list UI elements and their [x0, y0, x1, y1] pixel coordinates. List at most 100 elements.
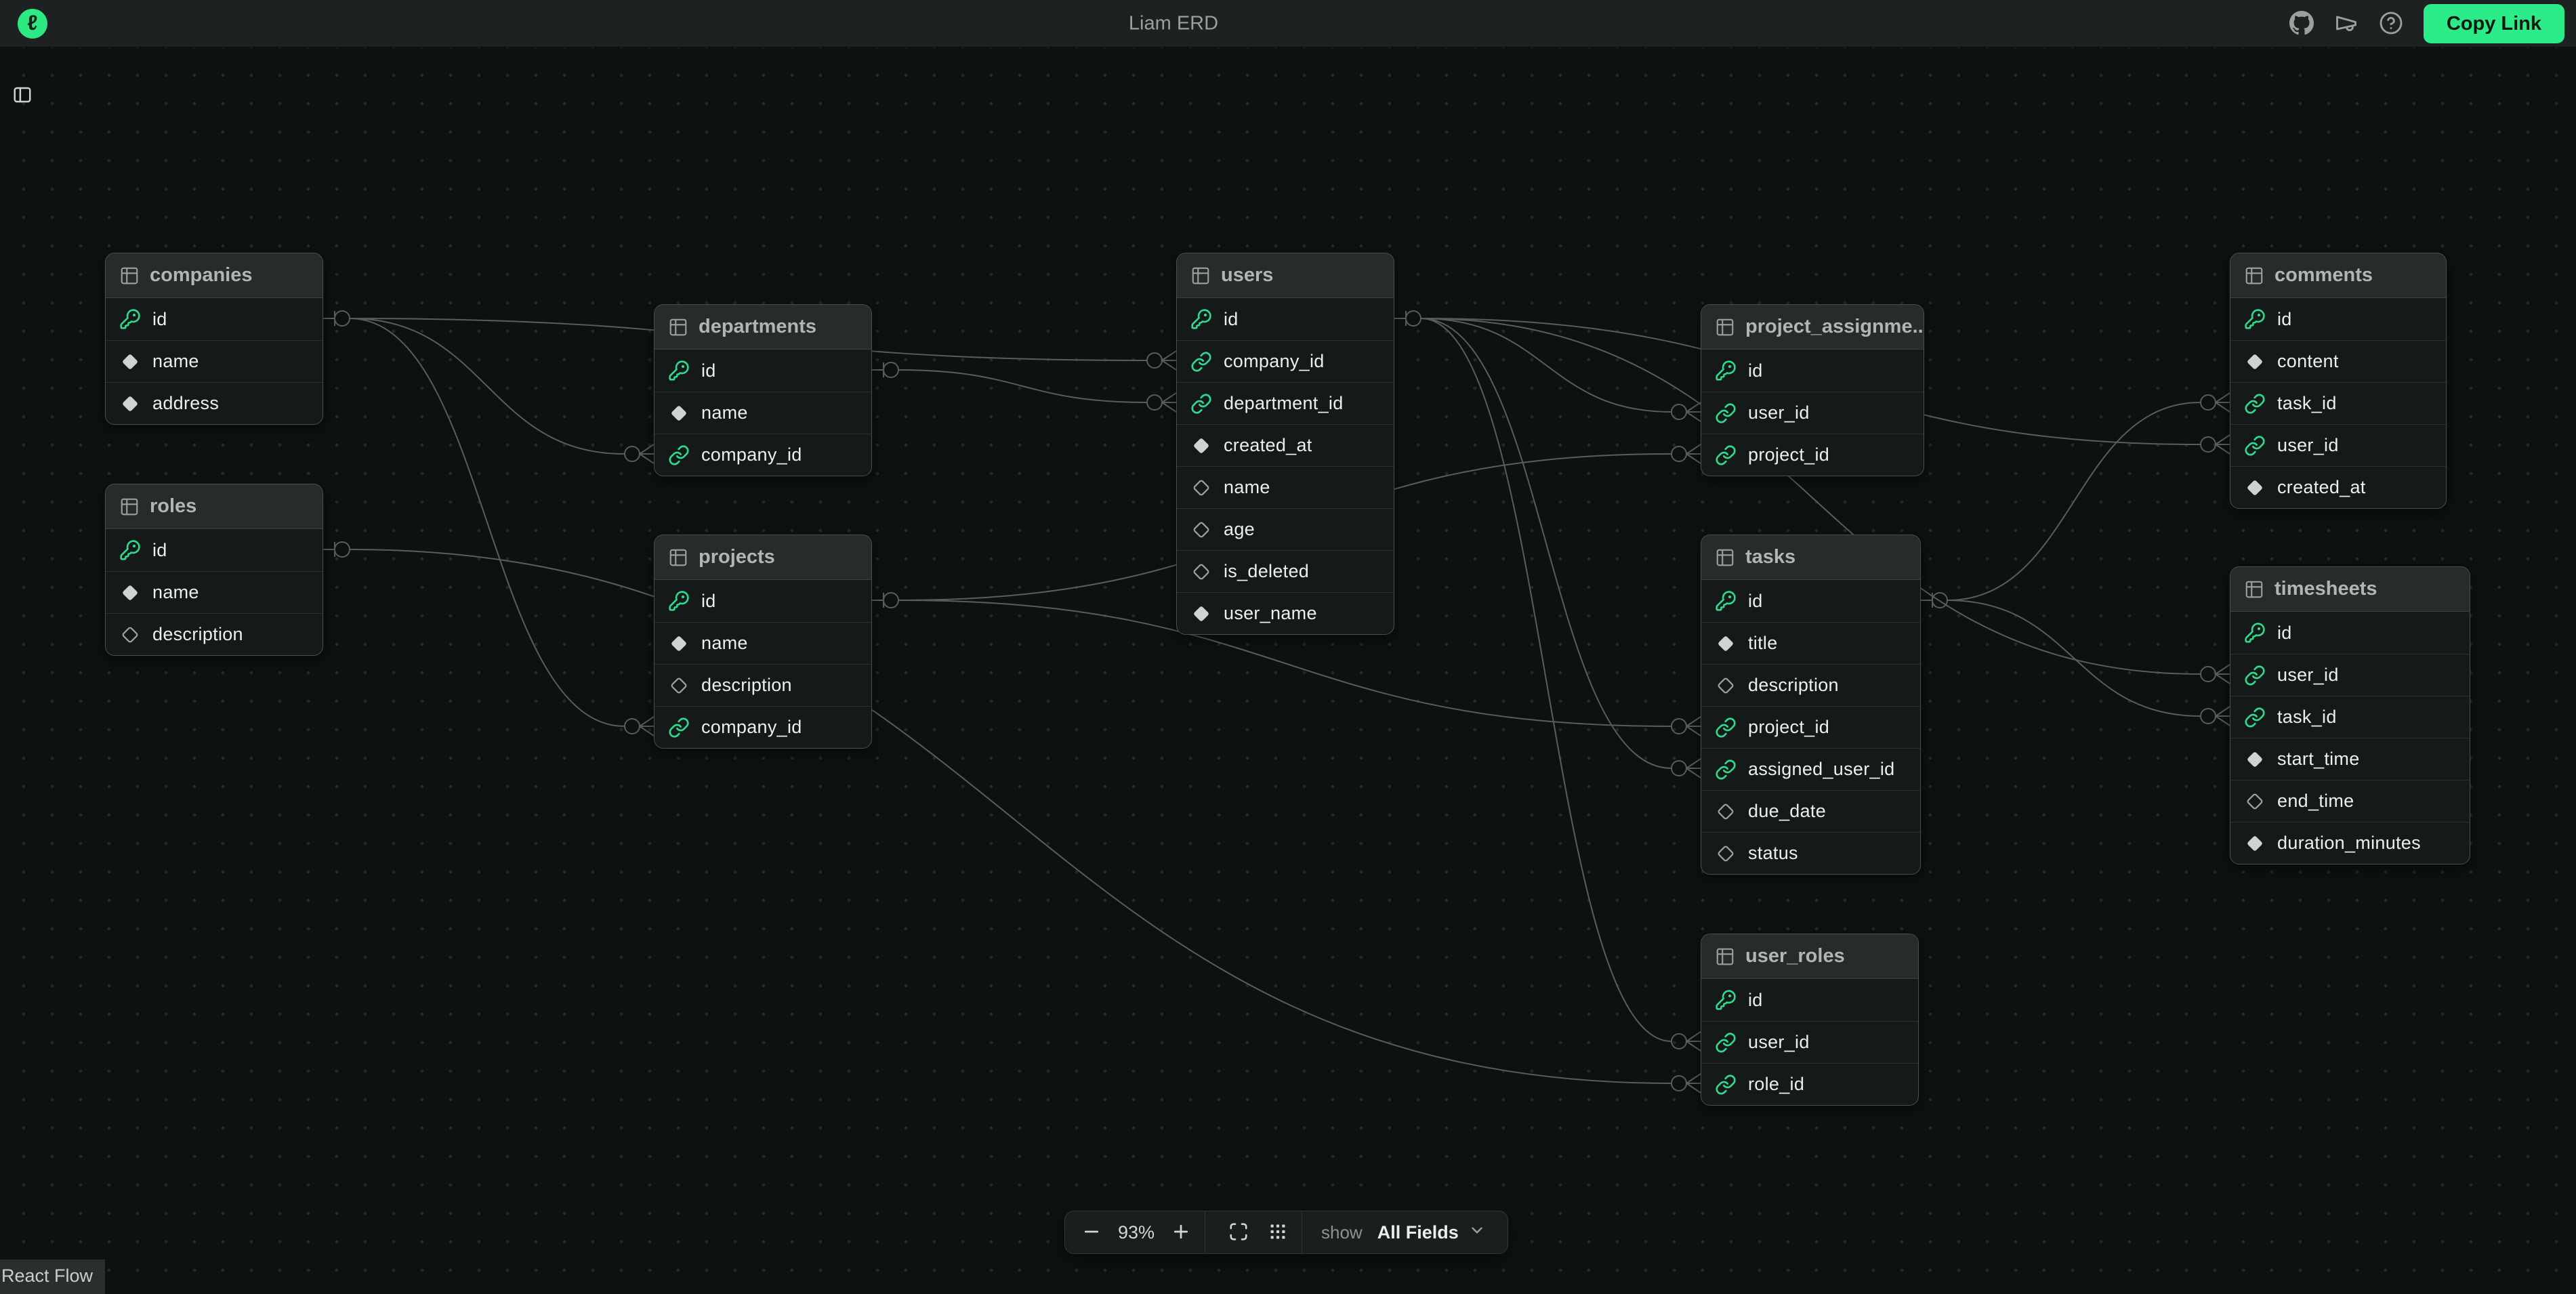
- field-row-task_id[interactable]: task_id: [2230, 696, 2470, 738]
- table-user_roles[interactable]: user_rolesiduser_idrole_id: [1701, 934, 1919, 1106]
- table-header[interactable]: projects: [655, 535, 871, 580]
- primary-key-icon: [2244, 308, 2266, 330]
- field-row-user_id[interactable]: user_id: [2230, 424, 2446, 466]
- nullable-icon: [1715, 843, 1737, 864]
- field-row-id[interactable]: id: [106, 529, 323, 571]
- field-row-content[interactable]: content: [2230, 340, 2446, 382]
- foreign-key-icon: [1715, 1032, 1737, 1053]
- table-project_assignments[interactable]: project_assignme...iduser_id project_id: [1701, 304, 1924, 476]
- fields-filter-value: All Fields: [1377, 1222, 1459, 1243]
- field-row-name[interactable]: name: [655, 622, 871, 664]
- field-row-company_id[interactable]: company_id: [1177, 340, 1394, 382]
- field-row-project_id[interactable]: project_id: [1701, 706, 1920, 748]
- help-button[interactable]: [2373, 6, 2409, 41]
- field-row-user_id[interactable]: user_id: [2230, 654, 2470, 696]
- field-row-description[interactable]: description: [1701, 664, 1920, 706]
- field-row-title[interactable]: title: [1701, 622, 1920, 664]
- nullable-icon: [1715, 843, 1737, 864]
- primary-key-icon: [668, 360, 690, 381]
- field-row-id[interactable]: id: [2230, 612, 2470, 654]
- react-flow-attribution[interactable]: React Flow: [0, 1259, 105, 1294]
- zoom-in-button[interactable]: [1161, 1211, 1201, 1253]
- field-row-company_id[interactable]: company_id: [655, 434, 871, 476]
- not-null-icon: [1190, 435, 1212, 457]
- github-button[interactable]: [2284, 6, 2319, 41]
- field-row-start_time[interactable]: start_time: [2230, 738, 2470, 780]
- fit-view-button[interactable]: [1219, 1211, 1258, 1253]
- table-header[interactable]: roles: [106, 484, 323, 529]
- liam-logo[interactable]: ℓ: [18, 9, 47, 39]
- sidebar-toggle-button[interactable]: [9, 83, 36, 108]
- field-row-created_at[interactable]: created_at: [2230, 466, 2446, 508]
- field-row-department_id[interactable]: department_id: [1177, 382, 1394, 424]
- field-row-id[interactable]: id: [2230, 298, 2446, 340]
- field-row-role_id[interactable]: role_id: [1701, 1063, 1918, 1105]
- table-header[interactable]: user_roles: [1701, 934, 1918, 979]
- not-null-icon: [1715, 633, 1737, 654]
- field-row-id[interactable]: id: [655, 350, 871, 392]
- foreign-key-icon: [668, 444, 690, 466]
- table-header[interactable]: comments: [2230, 253, 2446, 298]
- field-row-duration_minutes[interactable]: duration_minutes: [2230, 822, 2470, 864]
- field-row-id[interactable]: id: [1701, 350, 1924, 392]
- table-icon: [668, 317, 688, 337]
- table-users[interactable]: usersidcompany_iddepartment_idcreated_at…: [1176, 253, 1394, 635]
- table-header[interactable]: project_assignme...: [1701, 305, 1924, 350]
- field-row-description[interactable]: description: [655, 664, 871, 706]
- tidy-up-button[interactable]: [1258, 1211, 1297, 1253]
- fields-filter-dropdown[interactable]: All Fields: [1373, 1211, 1497, 1253]
- table-departments[interactable]: departments id namecompany_id: [654, 304, 872, 476]
- primary-key-icon: [1715, 989, 1737, 1011]
- table-header[interactable]: users: [1177, 253, 1394, 298]
- field-row-assigned_user_id[interactable]: assigned_user_id: [1701, 748, 1920, 790]
- table-icon: [1715, 317, 1735, 337]
- table-companies[interactable]: companiesidnameaddress: [105, 253, 323, 425]
- field-row-status[interactable]: status: [1701, 832, 1920, 874]
- field-row-user_id[interactable]: user_id: [1701, 1021, 1918, 1063]
- table-timesheets[interactable]: timesheetsiduser_idtask_idstart_timeend_…: [2230, 566, 2470, 864]
- field-name: project_id: [1748, 444, 1829, 465]
- field-row-task_id[interactable]: task_id: [2230, 382, 2446, 424]
- field-row-project_id[interactable]: project_id: [1701, 434, 1924, 476]
- field-row-id[interactable]: id: [106, 298, 323, 340]
- field-row-created_at[interactable]: created_at: [1177, 424, 1394, 466]
- zoom-out-button[interactable]: [1072, 1211, 1111, 1253]
- field-row-due_date[interactable]: due_date: [1701, 790, 1920, 832]
- not-null-icon: [2244, 351, 2266, 373]
- field-row-name[interactable]: name: [106, 340, 323, 382]
- table-header[interactable]: departments: [655, 305, 871, 350]
- field-row-user_name[interactable]: user_name: [1177, 592, 1394, 634]
- field-row-age[interactable]: age: [1177, 508, 1394, 550]
- app-window: companiesidnameaddressrolesidnamedescrip…: [0, 0, 2576, 1294]
- field-row-user_id[interactable]: user_id: [1701, 392, 1924, 434]
- announcements-button[interactable]: [2329, 6, 2364, 41]
- field-row-name[interactable]: name: [106, 571, 323, 613]
- field-row-name[interactable]: name: [1177, 466, 1394, 508]
- table-header[interactable]: timesheets: [2230, 567, 2470, 612]
- table-name: user_roles: [1745, 945, 1845, 967]
- field-row-id[interactable]: id: [1701, 580, 1920, 622]
- foreign-key-icon: [1715, 1032, 1737, 1053]
- field-row-end_time[interactable]: end_time: [2230, 780, 2470, 822]
- foreign-key-icon: [1715, 759, 1737, 780]
- field-row-id[interactable]: id: [1177, 298, 1394, 340]
- field-name: id: [701, 360, 716, 381]
- not-null-icon: [668, 402, 690, 424]
- table-header[interactable]: companies: [106, 253, 323, 298]
- plus-icon: [1171, 1222, 1191, 1244]
- field-row-id[interactable]: id: [1701, 979, 1918, 1021]
- field-row-address[interactable]: address: [106, 382, 323, 424]
- table-tasks[interactable]: tasksidtitledescriptionproject_idassigne…: [1701, 535, 1921, 875]
- field-row-company_id[interactable]: company_id: [655, 706, 871, 748]
- copy-link-button[interactable]: Copy Link: [2424, 4, 2564, 43]
- field-row-is_deleted[interactable]: is_deleted: [1177, 550, 1394, 592]
- table-icon: [668, 547, 688, 568]
- field-row-id[interactable]: id: [655, 580, 871, 622]
- not-null-icon: [2244, 477, 2266, 499]
- table-header[interactable]: tasks: [1701, 535, 1920, 580]
- field-row-description[interactable]: description: [106, 613, 323, 655]
- table-roles[interactable]: rolesidnamedescription: [105, 484, 323, 656]
- field-row-name[interactable]: name: [655, 392, 871, 434]
- table-comments[interactable]: commentsidcontenttask_iduser_idcreated_a…: [2230, 253, 2447, 509]
- table-projects[interactable]: projectsidnamedescriptioncompany_id: [654, 535, 872, 749]
